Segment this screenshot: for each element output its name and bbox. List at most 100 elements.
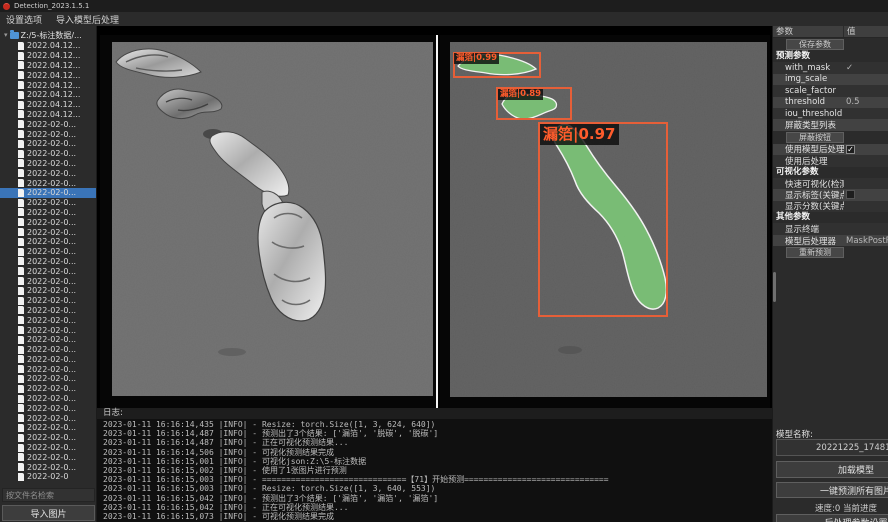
file-icon — [18, 414, 24, 422]
tree-item[interactable]: 2022-02-0... — [0, 315, 96, 325]
tree-item[interactable]: 2022-02-0... — [0, 178, 96, 188]
tree-item[interactable]: 2022.04.12... — [0, 41, 96, 51]
tree-item[interactable]: 2022.04.12... — [0, 100, 96, 110]
tree-item[interactable]: 2022-02-0... — [0, 374, 96, 384]
re-predict-button[interactable]: 重新预测 — [786, 247, 844, 258]
param-row-show-labels[interactable]: 显示标签(关键点) — [773, 189, 888, 200]
tree-item[interactable]: 2022-02-0... — [0, 227, 96, 237]
tree-item-label: 2022-02-0... — [27, 394, 76, 403]
panel-splitter[interactable] — [436, 35, 438, 415]
prediction-image[interactable]: 漏箔|0.99 漏箔|0.89 漏箔|0.97 — [450, 42, 767, 397]
file-icon — [18, 375, 24, 383]
import-images-button[interactable]: 导入图片 — [2, 505, 95, 521]
param-row-mask-type-list[interactable]: 屏蔽类型列表 — [773, 119, 888, 130]
tree-item[interactable]: 2022-02-0... — [0, 149, 96, 159]
tree-item[interactable]: 2022-02-0... — [0, 355, 96, 365]
tree-item-label: 2022-02-0... — [27, 384, 76, 393]
tree-item[interactable]: 2022-02-0... — [0, 188, 96, 198]
tree-item[interactable]: 2022-02-0... — [0, 119, 96, 129]
original-image[interactable] — [112, 42, 433, 396]
tree-item[interactable]: 2022-02-0... — [0, 306, 96, 316]
log-area[interactable]: 日志: 2023-01-11 16:16:14,435 |INFO| - Res… — [97, 408, 772, 522]
tree-item[interactable]: 2022-02-0... — [0, 168, 96, 178]
tree-item[interactable]: 2022.04.12... — [0, 70, 96, 80]
param-row-use-postprocess[interactable]: 使用后处理 — [773, 155, 888, 166]
param-row-model-postprocessor[interactable]: 模型后处理器MaskPostPro — [773, 235, 888, 246]
tree-item[interactable]: 2022-02-0... — [0, 325, 96, 335]
file-icon — [18, 365, 24, 373]
tree-item[interactable]: 2022-02-0... — [0, 139, 96, 149]
tree-item[interactable]: 2022-02-0... — [0, 257, 96, 267]
predict-all-button[interactable]: 一键预测所有图片 — [776, 482, 888, 498]
param-row-scale_factor[interactable]: scale_factor — [773, 85, 888, 96]
file-icon — [18, 267, 24, 275]
param-row-img_scale[interactable]: img_scale — [773, 74, 888, 85]
tree-item-label: 2022-02-0... — [27, 120, 76, 129]
tree-item[interactable]: 2022-02-0... — [0, 296, 96, 306]
params-header: 参数 值 — [773, 26, 888, 38]
app-icon — [3, 3, 10, 10]
menu-settings[interactable]: 设置选项 — [6, 13, 42, 26]
tree-item[interactable]: 2022-02-0... — [0, 237, 96, 247]
tree-item[interactable]: 2022.04.12... — [0, 51, 96, 61]
model-name-field[interactable]: 20221225_174813 — [776, 439, 888, 456]
tree-item[interactable]: 2022-02-0... — [0, 462, 96, 472]
tree-item[interactable]: 2022-02-0... — [0, 286, 96, 296]
file-icon — [18, 355, 24, 363]
tree-item[interactable]: 2022-02-0... — [0, 129, 96, 139]
tree-item[interactable]: 2022-02-0... — [0, 394, 96, 404]
param-row-threshold[interactable]: threshold0.5 — [773, 97, 888, 108]
tree-item[interactable]: 2022-02-0... — [0, 335, 96, 345]
chevron-down-icon[interactable]: ▾ — [4, 30, 8, 40]
tree-root[interactable]: ▾ Z:/5-标注数据/... — [0, 30, 96, 40]
tree-item[interactable]: 2022-02-0... — [0, 159, 96, 169]
tree-item[interactable]: 2022-02-0... — [0, 276, 96, 286]
param-row-use-model-postprocess[interactable]: 使用模型后处理✓ — [773, 144, 888, 155]
tree-item[interactable]: 2022-02-0... — [0, 413, 96, 423]
tree-item[interactable]: 2022.04.12... — [0, 90, 96, 100]
tree-item-label: 2022-02-0... — [27, 188, 76, 197]
tree-item-label: 2022.04.12... — [27, 100, 80, 109]
checkbox-use-model-postprocess[interactable]: ✓ — [846, 145, 855, 154]
tree-item[interactable]: 2022-02-0... — [0, 364, 96, 374]
tree-item[interactable]: 2022-02-0... — [0, 433, 96, 443]
save-params-button[interactable]: 保存参数 — [786, 39, 844, 50]
param-row-fast-visualize[interactable]: 快速可视化(检测) — [773, 178, 888, 189]
mask-button[interactable]: 屏蔽按钮 — [786, 132, 844, 143]
tree-item[interactable]: 2022-02-0... — [0, 198, 96, 208]
tree-item[interactable]: 2022-02-0... — [0, 345, 96, 355]
params-scrollbar[interactable] — [773, 272, 776, 302]
param-label: 快速可视化(检测) — [773, 178, 844, 190]
tree-item[interactable]: 2022-02-0... — [0, 443, 96, 453]
tree-item[interactable]: 2022-02-0... — [0, 384, 96, 394]
tree-item-label: 2022.04.12... — [27, 41, 80, 50]
tree-item[interactable]: 2022-02-0... — [0, 452, 96, 462]
postprocess-settings-button[interactable]: 后处理参数设置 — [776, 514, 888, 522]
tree-item[interactable]: 2022-02-0... — [0, 247, 96, 257]
tree-item[interactable]: 2022-02-0... — [0, 266, 96, 276]
tree-item[interactable]: 2022-02-0... — [0, 423, 96, 433]
file-tree[interactable]: ▾ Z:/5-标注数据/... 2022.04.12...2022.04.12.… — [0, 30, 96, 487]
filename-search-input[interactable] — [2, 488, 95, 502]
param-row-show-terminal[interactable]: 显示终端 — [773, 223, 888, 234]
menu-import-postprocess[interactable]: 导入模型后处理 — [56, 13, 119, 26]
tree-item[interactable]: 2022.04.12... — [0, 80, 96, 90]
tree-item[interactable]: 2022.04.12... — [0, 110, 96, 120]
original-image-panel[interactable] — [100, 35, 436, 408]
tree-item[interactable]: 2022-02-0... — [0, 208, 96, 218]
prediction-image-panel[interactable]: 漏箔|0.99 漏箔|0.89 漏箔|0.97 — [440, 35, 770, 408]
param-button-row: 保存参数 — [773, 38, 888, 51]
param-row-show-scores[interactable]: 显示分数(关键点) — [773, 201, 888, 212]
checkbox-show-labels[interactable] — [846, 190, 855, 199]
param-row-with_mask[interactable]: with_mask✓ — [773, 62, 888, 73]
tree-item[interactable]: 2022-02-0 — [0, 472, 96, 482]
param-row-iou_threshold[interactable]: iou_threshold — [773, 108, 888, 119]
params-rows: 保存参数预测参数with_mask✓img_scalescale_factort… — [773, 38, 888, 259]
tree-item[interactable]: 2022.04.12... — [0, 61, 96, 71]
tree-item-label: 2022-02-0... — [27, 306, 76, 315]
file-icon — [18, 169, 24, 177]
tree-item[interactable]: 2022-02-0... — [0, 403, 96, 413]
tree-item[interactable]: 2022-02-0... — [0, 217, 96, 227]
load-model-button[interactable]: 加载模型 — [776, 461, 888, 478]
detection-box-3 — [538, 122, 668, 317]
